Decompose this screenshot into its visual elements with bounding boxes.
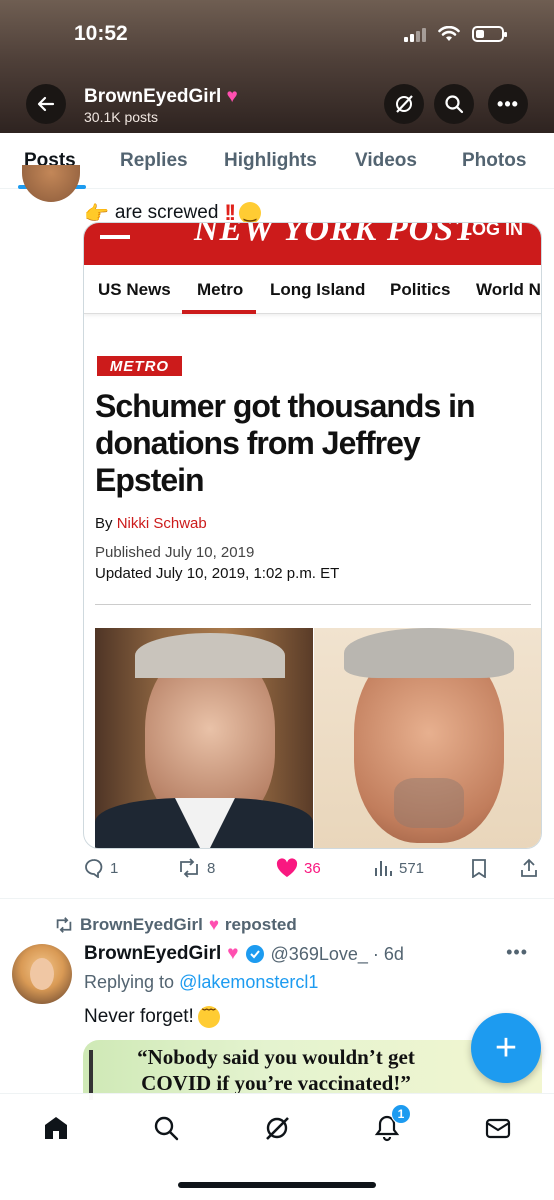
article-divider xyxy=(95,604,531,605)
tweet-text-content: Never forget! xyxy=(84,1006,194,1027)
home-indicator xyxy=(178,1182,376,1188)
article-author: Nikki Schwab xyxy=(116,515,207,532)
search-icon xyxy=(154,1116,179,1141)
like-count: 36 xyxy=(304,859,321,877)
share-icon xyxy=(521,858,537,877)
bookmark-button[interactable] xyxy=(470,858,488,878)
replying-prefix: Replying to xyxy=(84,972,175,992)
search-button[interactable] xyxy=(434,84,474,124)
tab-videos[interactable]: Videos xyxy=(355,150,417,172)
tweet-text: Never forget! ﹋ xyxy=(84,1006,220,1028)
replying-to: Replying to @lakemonstercl1 xyxy=(84,972,318,993)
reposter-name[interactable]: BrownEyedGirl xyxy=(80,915,203,935)
status-time: 10:52 xyxy=(74,22,128,45)
more-dots-icon: ••• xyxy=(497,93,519,114)
nyp-nav: US News Metro Long Island Politics World… xyxy=(84,265,541,314)
more-button[interactable]: ••• xyxy=(488,84,528,124)
views-icon xyxy=(375,861,392,876)
back-button[interactable] xyxy=(26,84,66,124)
repost-indicator: BrownEyedGirl ♥ reposted xyxy=(54,915,297,935)
tab-replies[interactable]: Replies xyxy=(120,150,188,172)
repost-count: 8 xyxy=(207,859,216,877)
section-badge: METRO xyxy=(97,356,182,376)
nav-grok[interactable] xyxy=(259,1110,295,1146)
unamused-face-icon: ﹋ xyxy=(197,1006,220,1028)
menu-icon xyxy=(100,235,130,239)
tweet-more-icon[interactable]: ••• xyxy=(506,942,528,963)
reply-button[interactable]: 1 xyxy=(84,858,118,878)
grok-icon xyxy=(396,95,413,113)
nav-home[interactable] xyxy=(38,1110,74,1146)
article-updated: Updated July 10, 2019, 1:02 p.m. ET xyxy=(95,565,340,582)
notification-badge: 1 xyxy=(391,1104,411,1124)
mail-icon xyxy=(485,1118,511,1139)
pink-heart-icon: ♥ xyxy=(227,943,239,964)
article-image-card[interactable]: NEW YORK POST LOG IN US News Metro Long … xyxy=(83,222,542,849)
battery-icon xyxy=(472,26,507,42)
compose-button[interactable]: + xyxy=(471,1013,541,1083)
verified-badge-icon xyxy=(245,945,264,963)
post-count: 30.1K posts xyxy=(84,109,158,125)
grinning-face-icon: ‿ xyxy=(239,202,262,224)
article-headline: Schumer got thousands in donations from … xyxy=(95,388,476,498)
heart-icon xyxy=(276,858,298,877)
nyp-nav-active-indicator xyxy=(182,310,256,314)
nyp-nav-item: Long Island xyxy=(270,280,366,299)
tab-photos[interactable]: Photos xyxy=(462,150,526,172)
search-icon xyxy=(445,95,464,114)
profile-tabs: Posts Replies Highlights Videos Photos xyxy=(0,133,554,189)
pink-heart-icon: ♥ xyxy=(208,915,219,934)
wifi-icon xyxy=(438,26,460,41)
nav-messages[interactable] xyxy=(480,1110,516,1146)
tweet-author[interactable]: BrownEyedGirl ♥ @369Love_ · 6d xyxy=(84,943,404,965)
views-button[interactable]: 571 xyxy=(373,858,424,878)
nav-search[interactable] xyxy=(148,1110,184,1146)
bookmark-icon xyxy=(472,859,486,878)
view-count: 571 xyxy=(399,859,425,877)
author-handle: @369Love_ · 6d xyxy=(270,943,404,964)
replying-handle[interactable]: @lakemonstercl1 xyxy=(179,972,318,992)
home-icon xyxy=(45,1117,67,1139)
reply-icon xyxy=(85,859,103,878)
status-icons xyxy=(404,26,507,42)
byline-prefix: By xyxy=(95,515,113,532)
cellular-signal-icon xyxy=(404,27,426,42)
schumer-photo xyxy=(95,628,313,848)
tweet-actions: 1 8 36 571 xyxy=(0,858,554,888)
profile-name-text: BrownEyedGirl xyxy=(84,86,222,107)
image-caption: “Nobody said you wouldn’t get COVID if y… xyxy=(137,1045,415,1095)
tweet-separator xyxy=(0,898,554,899)
author-name: BrownEyedGirl xyxy=(84,943,222,964)
epstein-photo xyxy=(314,628,541,848)
nyp-login: LOG IN xyxy=(461,223,523,239)
article-byline: By Nikki Schwab xyxy=(95,515,207,532)
arrow-left-icon xyxy=(37,96,55,112)
pink-heart-icon: ♥ xyxy=(226,86,238,107)
nyp-nav-item: US News xyxy=(98,280,171,299)
nyp-nav-item: Politics xyxy=(390,280,451,299)
share-button[interactable] xyxy=(519,858,539,878)
repost-icon xyxy=(180,858,198,878)
tab-highlights[interactable]: Highlights xyxy=(224,150,317,172)
like-button[interactable]: 36 xyxy=(276,858,321,878)
tweet-text-content: are screwed xyxy=(114,202,219,223)
plus-icon: + xyxy=(494,1026,518,1069)
reposted-label: reposted xyxy=(224,915,297,934)
grok-button[interactable] xyxy=(384,84,424,124)
repost-icon xyxy=(56,917,72,933)
grok-icon xyxy=(266,1117,289,1140)
nyp-logo: NEW YORK POST xyxy=(194,223,476,248)
avatar[interactable] xyxy=(12,944,72,1004)
avatar[interactable] xyxy=(22,165,80,202)
article-published: Published July 10, 2019 xyxy=(95,544,255,561)
nyp-nav-item: World News xyxy=(476,280,541,299)
nyp-nav-item: Metro xyxy=(197,280,244,299)
nyp-header: NEW YORK POST LOG IN xyxy=(84,223,541,265)
profile-header: 10:52 BrownEyedGirl ♥ 30.1K posts ••• xyxy=(0,0,554,133)
reply-count: 1 xyxy=(110,859,119,877)
profile-name: BrownEyedGirl ♥ xyxy=(84,86,238,108)
repost-button[interactable]: 8 xyxy=(177,858,215,878)
